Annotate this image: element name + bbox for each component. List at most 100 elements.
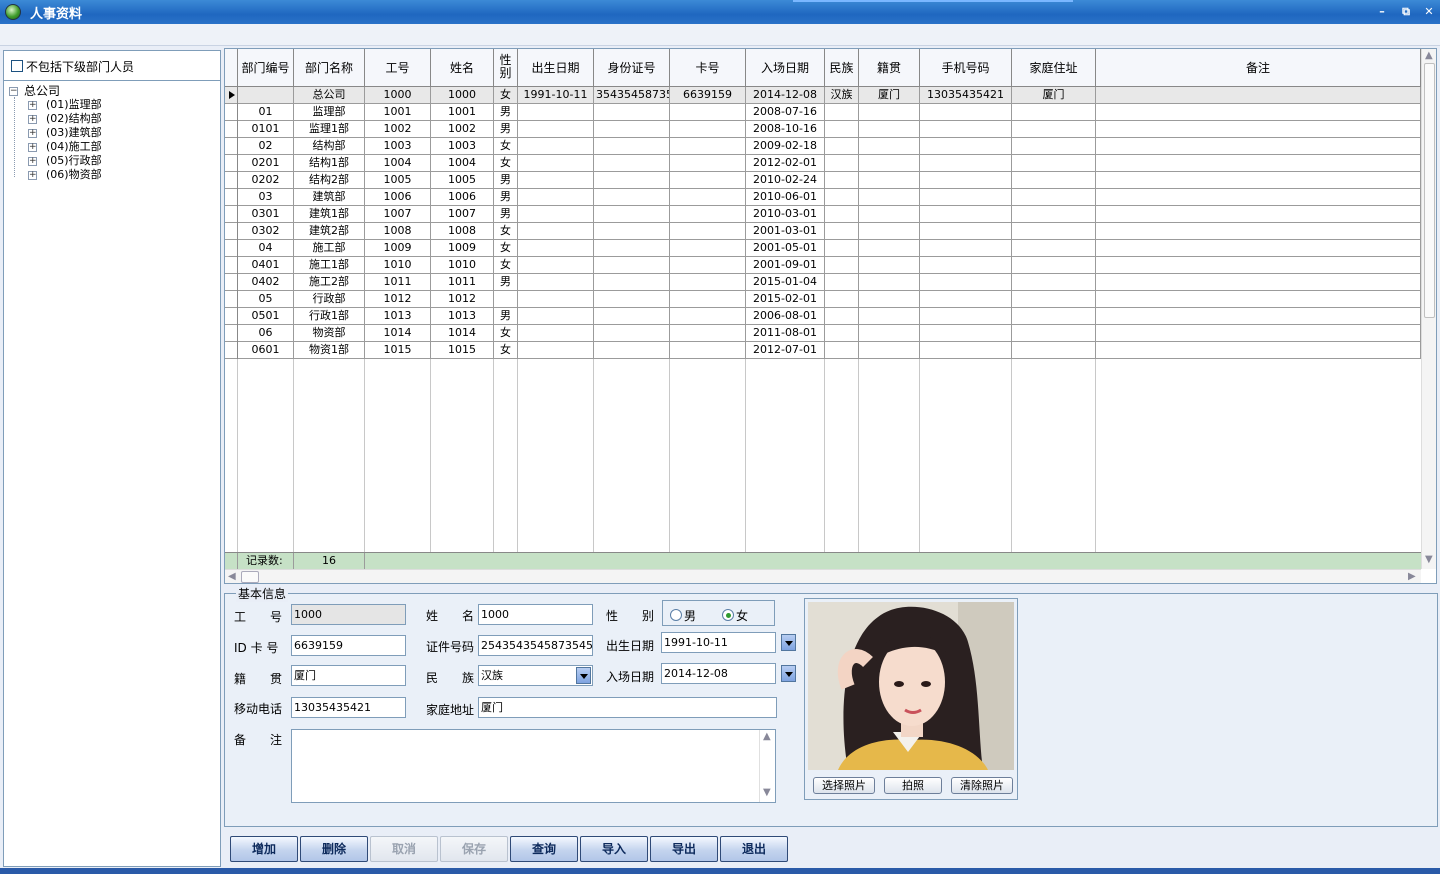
table-cell[interactable]: 0401 bbox=[238, 257, 294, 274]
table-cell[interactable] bbox=[670, 121, 746, 138]
table-cell[interactable]: 汉族 bbox=[825, 87, 859, 104]
expand-icon[interactable]: + bbox=[28, 157, 37, 166]
mobile-field[interactable]: 13035435421 bbox=[291, 697, 406, 718]
table-cell[interactable] bbox=[518, 291, 594, 308]
table-cell[interactable]: 3543545873545 bbox=[594, 87, 670, 104]
table-cell[interactable]: 1003 bbox=[365, 138, 431, 155]
table-cell[interactable]: 1991-10-11 bbox=[518, 87, 594, 104]
table-cell[interactable]: 0302 bbox=[238, 223, 294, 240]
table-cell[interactable] bbox=[825, 189, 859, 206]
table-cell[interactable] bbox=[1096, 104, 1421, 121]
column-header[interactable]: 备注 bbox=[1096, 49, 1421, 87]
table-cell[interactable]: 0301 bbox=[238, 206, 294, 223]
row-indicator[interactable] bbox=[225, 138, 238, 155]
table-row[interactable]: 0201 结构1部 1004 1004 女 2012-02-01 bbox=[225, 155, 1421, 172]
table-cell[interactable] bbox=[1012, 291, 1096, 308]
table-cell[interactable]: 女 bbox=[494, 257, 518, 274]
table-cell[interactable] bbox=[920, 155, 1012, 172]
add-button[interactable]: 增加 bbox=[230, 836, 298, 862]
table-cell[interactable]: 2014-12-08 bbox=[746, 87, 825, 104]
table-cell[interactable]: 6639159 bbox=[670, 87, 746, 104]
hscroll-thumb[interactable] bbox=[241, 571, 259, 583]
table-cell[interactable]: 结构2部 bbox=[294, 172, 365, 189]
table-cell[interactable]: 厦门 bbox=[1012, 87, 1096, 104]
table-cell[interactable]: 施工1部 bbox=[294, 257, 365, 274]
table-cell[interactable] bbox=[920, 121, 1012, 138]
table-row[interactable]: 01 监理部 1001 1001 男 2008-07-16 bbox=[225, 104, 1421, 121]
column-header[interactable]: 出生日期 bbox=[518, 49, 594, 87]
table-cell[interactable] bbox=[920, 342, 1012, 359]
save-button[interactable]: 保存 bbox=[440, 836, 508, 862]
grid-vertical-scrollbar[interactable]: ▲ ▼ bbox=[1421, 49, 1436, 569]
table-cell[interactable]: 物资1部 bbox=[294, 342, 365, 359]
table-cell[interactable]: 0501 bbox=[238, 308, 294, 325]
tree-node-dept[interactable]: + (01)监理部 bbox=[4, 98, 220, 112]
table-cell[interactable]: 女 bbox=[494, 87, 518, 104]
column-header[interactable]: 家庭住址 bbox=[1012, 49, 1096, 87]
table-cell[interactable] bbox=[594, 274, 670, 291]
table-cell[interactable]: 1003 bbox=[431, 138, 494, 155]
table-cell[interactable]: 2006-08-01 bbox=[746, 308, 825, 325]
table-cell[interactable] bbox=[670, 325, 746, 342]
table-cell[interactable]: 2012-07-01 bbox=[746, 342, 825, 359]
table-cell[interactable] bbox=[1012, 257, 1096, 274]
table-cell[interactable] bbox=[920, 206, 1012, 223]
table-row[interactable]: 03 建筑部 1006 1006 男 2010-06-01 bbox=[225, 189, 1421, 206]
table-cell[interactable] bbox=[825, 257, 859, 274]
remark-scroll-down-icon[interactable]: ▼ bbox=[763, 787, 771, 798]
row-indicator[interactable] bbox=[225, 291, 238, 308]
table-cell[interactable] bbox=[859, 155, 920, 172]
select-photo-button[interactable]: 选择照片 bbox=[813, 777, 875, 794]
table-cell[interactable]: 建筑2部 bbox=[294, 223, 365, 240]
table-cell[interactable] bbox=[1012, 308, 1096, 325]
table-cell[interactable]: 2012-02-01 bbox=[746, 155, 825, 172]
table-cell[interactable]: 1015 bbox=[431, 342, 494, 359]
cancel-button[interactable]: 取消 bbox=[370, 836, 438, 862]
table-cell[interactable]: 2010-03-01 bbox=[746, 206, 825, 223]
table-cell[interactable] bbox=[518, 325, 594, 342]
restore-button[interactable]: ⧉ bbox=[1398, 4, 1414, 20]
table-cell[interactable] bbox=[859, 104, 920, 121]
tree-node-dept[interactable]: + (06)物资部 bbox=[4, 168, 220, 182]
table-cell[interactable] bbox=[920, 189, 1012, 206]
table-cell[interactable]: 2015-01-04 bbox=[746, 274, 825, 291]
table-row[interactable]: 05 行政部 1012 1012 2015-02-01 bbox=[225, 291, 1421, 308]
table-cell[interactable] bbox=[1096, 291, 1421, 308]
table-cell[interactable] bbox=[518, 104, 594, 121]
table-cell[interactable] bbox=[859, 240, 920, 257]
table-cell[interactable] bbox=[1096, 206, 1421, 223]
table-cell[interactable] bbox=[1096, 87, 1421, 104]
table-cell[interactable]: 05 bbox=[238, 291, 294, 308]
remark-scrollbar[interactable]: ▲ ▼ bbox=[759, 730, 775, 802]
row-indicator[interactable] bbox=[225, 308, 238, 325]
table-cell[interactable]: 1014 bbox=[431, 325, 494, 342]
column-header[interactable]: 性别 bbox=[494, 49, 518, 87]
entry-date-field[interactable]: 2014-12-08 bbox=[661, 663, 776, 684]
table-cell[interactable] bbox=[1012, 138, 1096, 155]
table-row[interactable]: 0601 物资1部 1015 1015 女 2012-07-01 bbox=[225, 342, 1421, 359]
table-cell[interactable] bbox=[518, 138, 594, 155]
table-cell[interactable] bbox=[825, 342, 859, 359]
table-cell[interactable] bbox=[1012, 223, 1096, 240]
column-header[interactable]: 姓名 bbox=[431, 49, 494, 87]
table-cell[interactable] bbox=[670, 155, 746, 172]
table-row[interactable]: 06 物资部 1014 1014 女 2011-08-01 bbox=[225, 325, 1421, 342]
table-cell[interactable] bbox=[920, 291, 1012, 308]
tree-node-dept[interactable]: + (03)建筑部 bbox=[4, 126, 220, 140]
table-cell[interactable] bbox=[1012, 121, 1096, 138]
table-cell[interactable] bbox=[825, 155, 859, 172]
table-cell[interactable]: 女 bbox=[494, 240, 518, 257]
table-cell[interactable]: 1012 bbox=[365, 291, 431, 308]
table-cell[interactable] bbox=[518, 240, 594, 257]
exit-button[interactable]: 退出 bbox=[720, 836, 788, 862]
table-cell[interactable]: 2009-02-18 bbox=[746, 138, 825, 155]
table-cell[interactable] bbox=[859, 189, 920, 206]
table-cell[interactable] bbox=[859, 121, 920, 138]
table-cell[interactable] bbox=[494, 291, 518, 308]
table-row[interactable]: 0101 监理1部 1002 1002 男 2008-10-16 bbox=[225, 121, 1421, 138]
entry-date-dropdown-icon[interactable] bbox=[781, 665, 796, 682]
expand-icon[interactable]: + bbox=[28, 171, 37, 180]
table-cell[interactable]: 03 bbox=[238, 189, 294, 206]
row-indicator[interactable] bbox=[225, 104, 238, 121]
table-row[interactable]: 0302 建筑2部 1008 1008 女 2001-03-01 bbox=[225, 223, 1421, 240]
